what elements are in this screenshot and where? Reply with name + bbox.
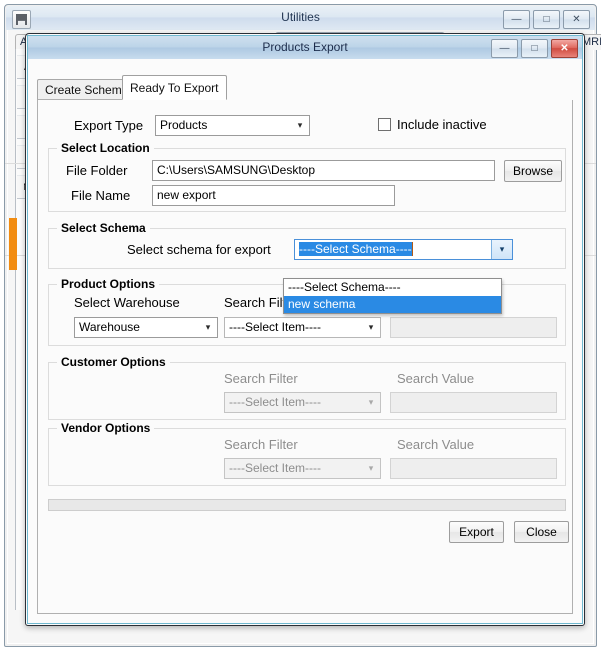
close-icon: ✕: [552, 44, 577, 54]
product-options-title: Product Options: [57, 277, 159, 291]
dialog-titlebar[interactable]: Products Export — □ ✕: [28, 36, 582, 59]
vendor-search-filter-combo: ----Select Item---- ▾: [224, 458, 381, 479]
select-schema-value: ----Select Schema----: [299, 242, 412, 256]
chevron-down-icon: ▾: [362, 318, 380, 337]
close-icon: ✕: [564, 15, 589, 25]
product-search-value-input[interactable]: [390, 317, 557, 338]
select-location-group: Select Location File Folder C:\Users\SAM…: [48, 148, 566, 212]
product-warehouse-combo[interactable]: Warehouse ▾: [74, 317, 218, 338]
vendor-search-filter-label: Search Filter: [224, 437, 298, 452]
export-progress-bar: [48, 499, 566, 511]
tab-page-ready-to-export: Export Type Products ▾ Include inactive …: [37, 100, 573, 614]
product-search-filter-value: ----Select Item----: [229, 320, 360, 334]
file-folder-input[interactable]: C:\Users\SAMSUNG\Desktop: [152, 160, 495, 181]
utilities-close-button[interactable]: ✕: [563, 10, 590, 29]
chevron-down-icon[interactable]: ▾: [491, 240, 512, 259]
export-type-value: Products: [160, 118, 289, 132]
dialog-maximize-button[interactable]: □: [521, 39, 548, 58]
product-warehouse-value: Warehouse: [79, 320, 197, 334]
close-button[interactable]: Close: [514, 521, 569, 543]
vendor-search-filter-value: ----Select Item----: [229, 461, 360, 475]
product-search-filter-combo[interactable]: ----Select Item---- ▾: [224, 317, 381, 338]
dialog-window-controls: — □ ✕: [491, 39, 578, 58]
tab-ready-to-export[interactable]: Ready To Export: [122, 75, 227, 100]
customer-search-filter-combo: ----Select Item---- ▾: [224, 392, 381, 413]
chevron-down-icon: ▾: [291, 116, 309, 135]
dialog-minimize-button[interactable]: —: [491, 39, 518, 58]
export-type-label: Export Type: [74, 118, 143, 133]
utilities-maximize-button[interactable]: □: [533, 10, 560, 29]
utilities-titlebar: Utilities — □ ✕: [6, 6, 595, 30]
select-schema-group: Select Schema Select schema for export -…: [48, 228, 566, 269]
select-schema-title: Select Schema: [57, 221, 150, 235]
select-schema-option-1[interactable]: new schema: [284, 296, 501, 313]
utilities-window-controls: — □ ✕: [503, 10, 590, 29]
minimize-icon: —: [492, 44, 517, 54]
utilities-accent-bar: [9, 218, 17, 270]
minimize-icon: —: [504, 15, 529, 25]
dialog-close-button[interactable]: ✕: [551, 39, 578, 58]
utilities-minimize-button[interactable]: —: [503, 10, 530, 29]
include-inactive-row[interactable]: Include inactive: [378, 117, 487, 132]
customer-search-value-input: [390, 392, 557, 413]
dialog-body: Create Schema Ready To Export Export Typ…: [29, 59, 581, 622]
customer-options-group: Customer Options Search Filter ----Selec…: [48, 362, 566, 420]
vendor-search-value-input: [390, 458, 557, 479]
include-inactive-checkbox[interactable]: [378, 118, 391, 131]
file-name-input[interactable]: new export: [152, 185, 395, 206]
chevron-down-icon: ▾: [362, 393, 380, 412]
product-warehouse-label: Select Warehouse: [74, 295, 180, 310]
vendor-options-group: Vendor Options Search Filter ----Select …: [48, 428, 566, 486]
file-folder-label: File Folder: [66, 163, 127, 178]
customer-search-filter-value: ----Select Item----: [229, 395, 360, 409]
file-name-label: File Name: [71, 188, 130, 203]
select-schema-combo[interactable]: ----Select Schema---- ▾: [294, 239, 513, 260]
vendor-options-title: Vendor Options: [57, 421, 154, 435]
select-schema-label: Select schema for export: [127, 242, 271, 257]
customer-options-title: Customer Options: [57, 355, 170, 369]
select-schema-option-0[interactable]: ----Select Schema----: [284, 279, 501, 296]
maximize-icon: □: [522, 44, 547, 54]
export-button[interactable]: Export: [449, 521, 504, 543]
export-type-combo[interactable]: Products ▾: [155, 115, 310, 136]
customer-search-value-label: Search Value: [397, 371, 474, 386]
include-inactive-label: Include inactive: [397, 117, 487, 132]
maximize-icon: □: [534, 15, 559, 25]
products-export-dialog: Products Export — □ ✕ Create Schema Read…: [25, 33, 585, 626]
customer-search-filter-label: Search Filter: [224, 371, 298, 386]
browse-button[interactable]: Browse: [504, 160, 562, 182]
chevron-down-icon: ▾: [199, 318, 217, 337]
select-schema-value-wrap: ----Select Schema----: [299, 242, 492, 256]
select-location-title: Select Location: [57, 141, 154, 155]
select-schema-dropdown-list[interactable]: ----Select Schema---- new schema: [283, 278, 502, 314]
vendor-search-value-label: Search Value: [397, 437, 474, 452]
chevron-down-icon: ▾: [362, 459, 380, 478]
dialog-tabstrip: Create Schema Ready To Export: [37, 77, 573, 101]
